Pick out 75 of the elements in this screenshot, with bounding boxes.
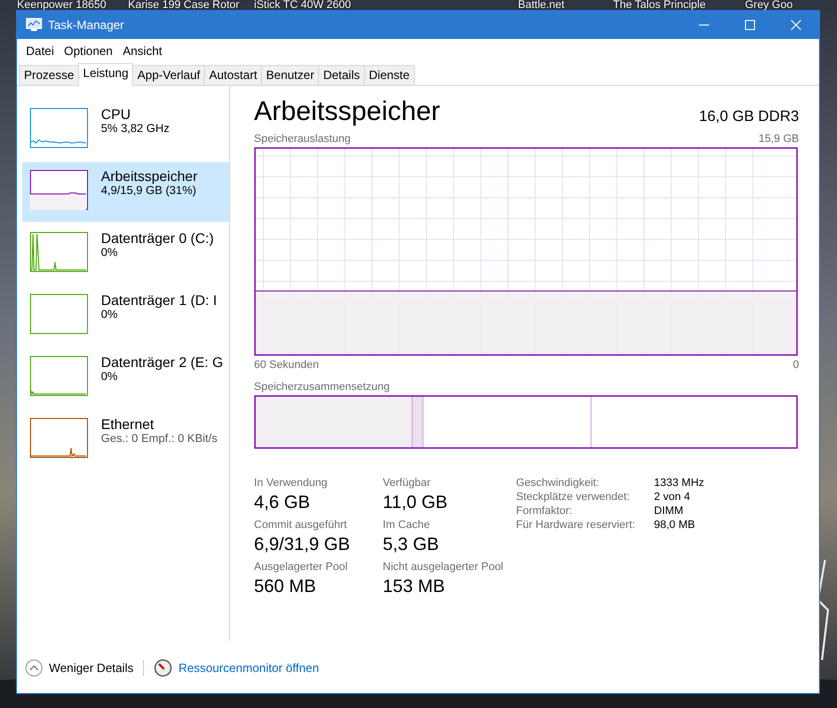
tab[interactable]: Prozesse [19, 65, 80, 85]
usage-sparkline [30, 232, 88, 272]
resource-title: Datenträger 0 (C:) [101, 230, 214, 246]
menu-item[interactable]: Datei [21, 44, 60, 58]
usage-sparkline [30, 356, 88, 396]
resource-title: CPU [101, 106, 132, 122]
tab[interactable]: Leistung [78, 63, 134, 86]
stat-label: Commit ausgeführt [254, 519, 348, 531]
resource-usage: 0% [101, 371, 119, 383]
stat-value: 11,0 GB [382, 492, 449, 513]
monitor-icon [26, 18, 42, 32]
memory-capacity: 16,0 GB DDR3 [698, 108, 799, 125]
resource-usage: 4,9/15,9 GB (31%) [101, 185, 198, 197]
property-value: 1333 MHz [654, 477, 704, 489]
collapse-icon[interactable] [25, 659, 43, 677]
menu-item[interactable]: Optionen [59, 44, 118, 58]
stat-label: Ausgelagerter Pool [254, 561, 349, 573]
resource-usage: 0% [101, 247, 119, 259]
menu-item[interactable]: Ansicht [118, 44, 168, 58]
graph-label: Speicherauslastung [254, 133, 351, 145]
stat-value: 4,6 GB [254, 492, 312, 513]
tab[interactable]: Autostart [204, 65, 262, 85]
resource-title: Ethernet [101, 416, 155, 432]
tab[interactable]: App-Verlauf [132, 65, 206, 85]
desktop-icon-label[interactable]: Grey Goo [745, 0, 793, 11]
usage-sparkline [30, 418, 88, 458]
property-label: Steckplätze verwendet: [516, 491, 631, 503]
property-value: DIMM [654, 505, 684, 517]
property-label: Geschwindigkeit: [516, 477, 600, 489]
sidebar-item[interactable]: CPU 5% 3,82 GHz [22, 100, 229, 160]
stat-value: 560 MB [254, 576, 318, 597]
desktop-icon-label[interactable]: The Talos Principle [613, 0, 706, 11]
property-label: Formfaktor: [516, 505, 574, 517]
sidebar-item[interactable]: Datenträger 2 (E: G 0% [22, 348, 229, 408]
resource-monitor-link[interactable]: Ressourcenmonitor öffnen [178, 661, 320, 675]
desktop-icon-label[interactable]: Karise 199 Case Rotor [128, 0, 240, 11]
sidebar-item[interactable]: Ethernet Ges.: 0 Empf.: 0 KBit/s [22, 410, 229, 470]
resource-title: Datenträger 1 (D: I [101, 292, 217, 308]
stat-value: 153 MB [382, 576, 446, 597]
stat-value: 5,3 GB [382, 534, 440, 555]
stat-value: 6,9/31,9 GB [254, 534, 352, 555]
close-icon [791, 20, 801, 30]
stat-label: Verfügbar [382, 477, 432, 489]
sidebar-item[interactable]: Arbeitsspeicher 4,9/15,9 GB (31%) [22, 162, 229, 222]
property-label: Für Hardware reserviert: [516, 519, 636, 531]
desktop-icon-label[interactable]: iStick TC 40W 2600 [254, 0, 352, 11]
sidebar-item[interactable]: Datenträger 0 (C:) 0% [22, 224, 229, 284]
resource-title: Arbeitsspeicher [101, 168, 198, 184]
stat-label: Nicht ausgelagerter Pool [382, 561, 504, 573]
desktop-icon-label[interactable]: Battle.net [518, 0, 564, 11]
usage-sparkline [30, 294, 88, 334]
desktop-icon-label[interactable]: Keenpower 18650 [17, 0, 106, 11]
axis-label: 0 [792, 359, 799, 371]
resource-usage: 0% [101, 309, 119, 321]
maximize-icon [745, 20, 755, 30]
resource-usage: Ges.: 0 Empf.: 0 KBit/s [101, 433, 218, 445]
graph-max-label: 15,9 GB [758, 133, 799, 145]
resource-title: Datenträger 2 (E: G [101, 354, 224, 370]
usage-sparkline [30, 108, 88, 148]
fewer-details-button[interactable]: Weniger Details [49, 661, 134, 675]
usage-sparkline [30, 170, 88, 210]
property-value: 2 von 4 [654, 491, 692, 503]
tab[interactable]: Dienste [364, 65, 415, 85]
composition-label: Speicherzusammensetzung [254, 381, 390, 393]
sidebar-item[interactable]: Datenträger 1 (D: I 0% [22, 286, 229, 346]
property-value: 98,0 MB [654, 519, 696, 531]
window-title: Task-Manager [48, 18, 126, 32]
stat-label: Im Cache [382, 519, 431, 531]
tab[interactable]: Details [318, 65, 365, 85]
tab[interactable]: Benutzer [261, 65, 320, 85]
axis-label: 60 Sekunden [254, 359, 319, 371]
resource-usage: 5% 3,82 GHz [101, 123, 170, 135]
section-title: Arbeitsspeicher [254, 96, 440, 127]
stat-label: In Verwendung [254, 477, 328, 489]
gauge-icon [154, 659, 172, 677]
